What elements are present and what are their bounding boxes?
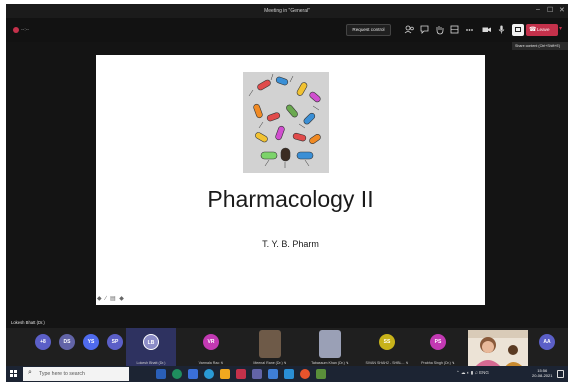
system-tray[interactable]: ⌃ ☁ ◐ ▮ ♫ ENG	[456, 370, 489, 376]
recording-dot-icon	[13, 27, 19, 33]
file-explorer-icon[interactable]	[220, 369, 230, 379]
store-icon[interactable]	[284, 369, 294, 379]
avatar: AA	[539, 334, 555, 350]
pills-illustration	[243, 72, 329, 173]
search-icon: ⌕	[28, 369, 32, 376]
phone-hangup-icon: ☎	[529, 27, 537, 33]
breakout-rooms-icon[interactable]	[449, 24, 460, 35]
edge-icon[interactable]	[172, 369, 182, 379]
chrome-icon[interactable]	[204, 369, 214, 379]
firefox-icon[interactable]	[300, 369, 310, 379]
avatar: SS	[379, 334, 395, 350]
close-button[interactable]: ✕	[559, 6, 565, 14]
leave-label: Leave	[537, 27, 550, 32]
slide-subtitle: T. Y. B. Pharm	[262, 239, 319, 249]
maximize-button[interactable]: ☐	[547, 6, 553, 14]
camera-icon[interactable]	[481, 24, 492, 35]
windows-taskbar: ⌕ Type here to search ⌃ ☁ ◐ ▮ ♫ ENG 15:5…	[6, 366, 568, 382]
window-title: Meeting in "General"	[264, 8, 310, 14]
avatar: VR	[203, 334, 219, 350]
participant-name: Lokesh Bhatt (Dr.)	[136, 361, 166, 365]
share-tray-icon	[515, 27, 521, 32]
profile-photo	[319, 330, 341, 358]
avatar: YS	[83, 334, 99, 350]
meeting-timer: --:--	[21, 27, 30, 33]
clock-date: 20-08-2021	[532, 373, 553, 378]
shared-slide: Pharmacology II T. Y. B. Pharm ◆ ∕ ▤ ◆	[96, 55, 485, 305]
minimize-button[interactable]: –	[536, 6, 540, 13]
mail-icon[interactable]	[188, 369, 198, 379]
word-icon[interactable]	[268, 369, 278, 379]
avatar: LB	[143, 334, 159, 350]
windows-start-icon[interactable]	[10, 370, 17, 377]
cortana-icon[interactable]	[156, 369, 166, 379]
leave-button[interactable]: ☎ Leave	[526, 24, 558, 36]
microphone-icon[interactable]	[496, 24, 507, 35]
presenter-name: Lokesh Bhatt (Dr.)	[11, 320, 45, 325]
profile-photo	[259, 330, 281, 358]
powerpoint-icon[interactable]	[236, 369, 246, 379]
self-video	[468, 330, 528, 368]
share-content-tooltip: Share content (Ctrl+Shift+E)	[512, 42, 568, 50]
more-options-icon[interactable]	[464, 24, 475, 35]
participant-name: SIVAN SHAH2 - SHBL... ↯	[365, 361, 409, 365]
raise-hand-icon[interactable]	[434, 24, 445, 35]
avatar: SP	[107, 334, 123, 350]
chevron-down-icon[interactable]: ▾	[559, 25, 562, 32]
avatar: +8	[35, 334, 51, 350]
share-content-button[interactable]	[512, 24, 524, 36]
avatar: DS	[59, 334, 75, 350]
request-control-button[interactable]: Request control	[346, 24, 391, 36]
notification-icon[interactable]	[557, 370, 564, 378]
taskbar-search-box[interactable]: ⌕ Type here to search	[23, 367, 129, 381]
people-icon[interactable]	[404, 24, 415, 35]
title-bar: Meeting in "General" – ☐ ✕	[6, 4, 568, 18]
participant-name: Tabassum Khan (Dr.) ↯	[311, 361, 349, 365]
participant-name: Varmala Rao ↯	[198, 361, 224, 365]
app-icon[interactable]	[316, 369, 326, 379]
chat-icon[interactable]	[419, 24, 430, 35]
teams-meeting-window: Meeting in "General" – ☐ ✕ --:-- Request…	[6, 4, 568, 373]
taskbar-clock[interactable]: 15:56 20-08-2021	[532, 368, 552, 378]
participant-name: Meenal Rane (Dr.) ↯	[253, 361, 287, 365]
teams-icon[interactable]	[252, 369, 262, 379]
slide-title: Pharmacology II	[207, 186, 374, 212]
participant-name: Prabha Singh (Dr.) ↯	[421, 361, 455, 365]
slide-annotation-tools[interactable]: ◆ ∕ ▤ ◆	[97, 295, 125, 302]
meeting-toolbar: --:-- Request control ☎ Leave ▾	[6, 18, 568, 42]
avatar: PS	[430, 334, 446, 350]
search-placeholder: Type here to search	[39, 371, 85, 377]
